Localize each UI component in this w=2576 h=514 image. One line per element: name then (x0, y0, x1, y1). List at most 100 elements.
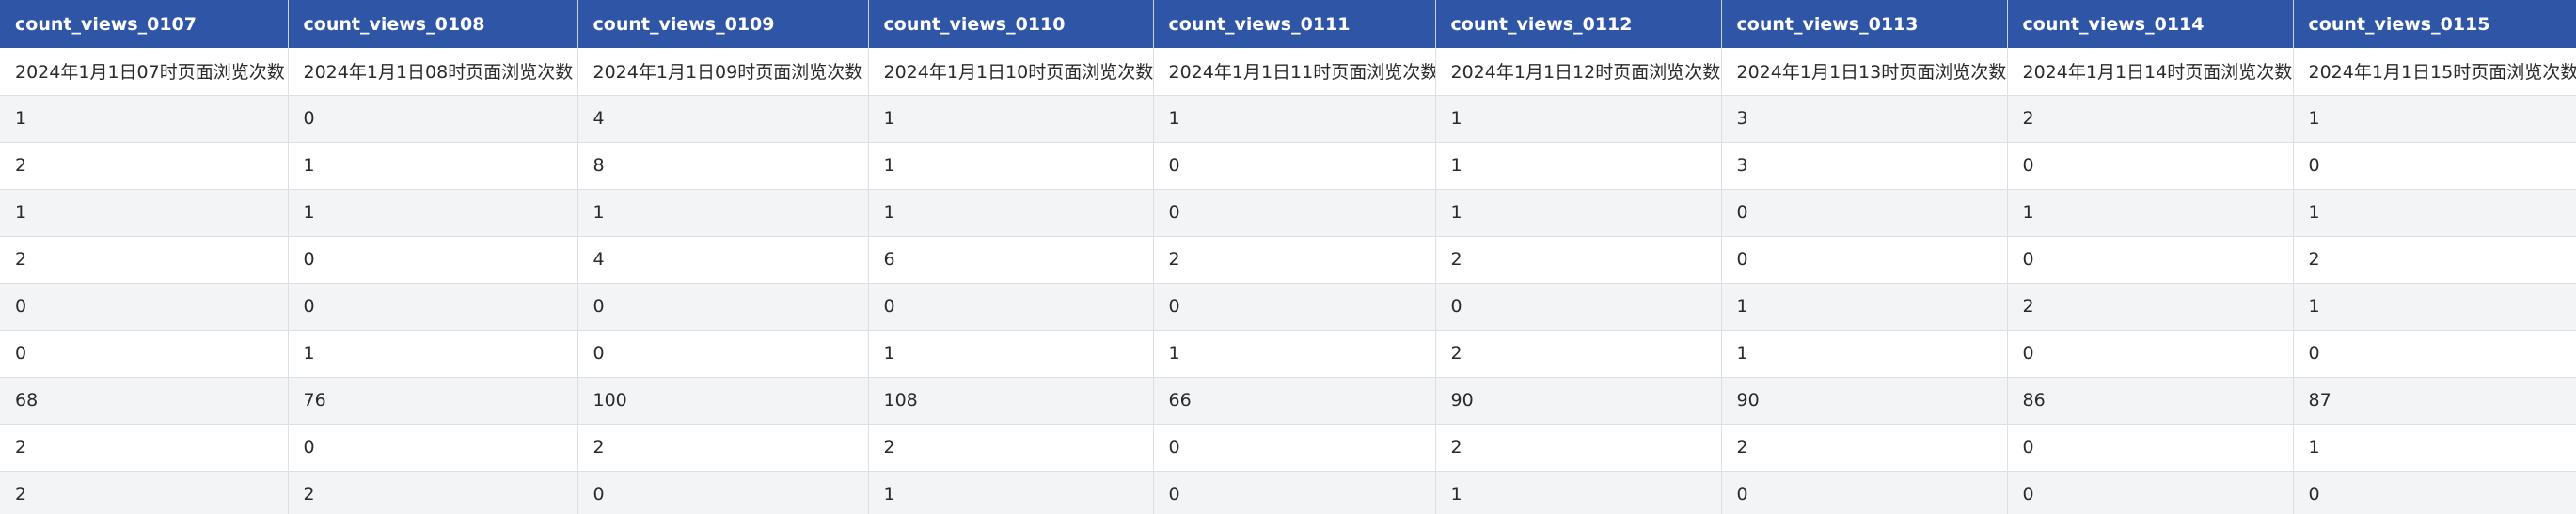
table-cell[interactable]: 2 (288, 471, 578, 514)
table-cell[interactable]: 1 (288, 189, 578, 237)
table-cell[interactable]: 8 (577, 142, 869, 190)
table-cell[interactable]: 2 (0, 424, 289, 472)
table-cell[interactable]: 0 (288, 283, 578, 331)
table-cell[interactable]: 2 (1435, 236, 1722, 284)
table-cell[interactable]: 108 (868, 377, 1154, 425)
table-cell[interactable]: 0 (2007, 142, 2294, 190)
table-row[interactable]: 204622002 (0, 236, 2576, 284)
table-cell[interactable]: 1 (1435, 189, 1722, 237)
table-cell[interactable]: 1 (868, 142, 1154, 190)
table-cell[interactable]: 90 (1721, 377, 2008, 425)
table-cell[interactable]: 4 (577, 95, 869, 143)
table-cell[interactable]: 2 (577, 424, 869, 472)
table-cell[interactable]: 6 (868, 236, 1154, 284)
column-header[interactable]: count_views_0107 (0, 0, 289, 48)
table-cell[interactable]: 0 (1153, 189, 1436, 237)
table-cell[interactable]: 0 (1435, 283, 1722, 331)
column-header[interactable]: count_views_0108 (288, 0, 578, 48)
table-cell[interactable]: 1 (1435, 471, 1722, 514)
table-cell[interactable]: 0 (2293, 330, 2576, 378)
table-cell[interactable]: 2 (868, 424, 1154, 472)
table-cell[interactable]: 0 (2293, 142, 2576, 190)
table-cell[interactable]: 86 (2007, 377, 2294, 425)
table-cell[interactable]: 1 (1435, 142, 1722, 190)
table-cell[interactable]: 2 (1153, 236, 1436, 284)
table-row[interactable]: 000000121 (0, 283, 2576, 331)
table-cell[interactable]: 0 (288, 95, 578, 143)
table-cell[interactable]: 0 (1721, 189, 2008, 237)
table-cell[interactable]: 1 (1153, 95, 1436, 143)
table-cell[interactable]: 0 (577, 283, 869, 331)
table-cell[interactable]: 1 (0, 95, 289, 143)
table-cell[interactable]: 0 (0, 330, 289, 378)
table-cell[interactable]: 2 (0, 236, 289, 284)
column-header[interactable]: count_views_0110 (868, 0, 1154, 48)
table-cell[interactable]: 0 (1153, 471, 1436, 514)
table-cell[interactable]: 1 (2293, 424, 2576, 472)
table-cell[interactable]: 1 (1153, 330, 1436, 378)
table-cell[interactable]: 1 (2007, 189, 2294, 237)
table-row[interactable]: 202202201 (0, 424, 2576, 472)
table-cell[interactable]: 0 (2007, 471, 2294, 514)
table-row[interactable]: 111101011 (0, 189, 2576, 237)
table-cell[interactable]: 1 (0, 189, 289, 237)
table-cell[interactable]: 1 (1721, 283, 2008, 331)
table-cell[interactable]: 1 (868, 189, 1154, 237)
table-cell[interactable]: 68 (0, 377, 289, 425)
table-cell[interactable]: 1 (577, 189, 869, 237)
table-cell[interactable]: 2 (1435, 424, 1722, 472)
table-cell[interactable]: 0 (1721, 236, 2008, 284)
table-cell[interactable]: 1 (868, 95, 1154, 143)
table-cell[interactable]: 0 (577, 330, 869, 378)
table-cell[interactable]: 1 (1721, 330, 2008, 378)
table-cell[interactable]: 0 (2007, 424, 2294, 472)
table-cell[interactable]: 1 (868, 471, 1154, 514)
table-cell[interactable]: 0 (1153, 142, 1436, 190)
table-cell[interactable]: 0 (288, 424, 578, 472)
table-cell[interactable]: 0 (1153, 424, 1436, 472)
column-header[interactable]: count_views_0114 (2007, 0, 2294, 48)
table-cell[interactable]: 3 (1721, 95, 2008, 143)
table-row[interactable]: 220101000 (0, 471, 2576, 514)
table-cell[interactable]: 0 (2007, 236, 2294, 284)
column-header[interactable]: count_views_0111 (1153, 0, 1436, 48)
column-header[interactable]: count_views_0115 (2293, 0, 2576, 48)
table-cell[interactable]: 0 (577, 471, 869, 514)
table-cell[interactable]: 0 (2007, 330, 2294, 378)
column-header[interactable]: count_views_0109 (577, 0, 869, 48)
table-row[interactable]: 218101300 (0, 142, 2576, 190)
table-cell[interactable]: 1 (2293, 189, 2576, 237)
table-cell[interactable]: 100 (577, 377, 869, 425)
table-row[interactable]: 104111321 (0, 95, 2576, 143)
table-cell[interactable]: 1 (288, 330, 578, 378)
column-header[interactable]: count_views_0112 (1435, 0, 1722, 48)
table-cell[interactable]: 3 (1721, 142, 2008, 190)
table-cell[interactable]: 2 (0, 142, 289, 190)
table-cell[interactable]: 4 (577, 236, 869, 284)
table-cell[interactable]: 1 (868, 330, 1154, 378)
table-cell[interactable]: 0 (288, 236, 578, 284)
table-cell[interactable]: 0 (0, 283, 289, 331)
table-cell[interactable]: 2 (0, 471, 289, 514)
table-cell[interactable]: 2 (2007, 95, 2294, 143)
table-cell[interactable]: 0 (2293, 471, 2576, 514)
column-header[interactable]: count_views_0113 (1721, 0, 2008, 48)
table-cell[interactable]: 0 (868, 283, 1154, 331)
table-cell[interactable]: 1 (2293, 95, 2576, 143)
table-row[interactable]: 68 76 100 108 66 90 90 86 87 (0, 377, 2576, 425)
table-cell[interactable]: 2 (1721, 424, 2008, 472)
table-cell[interactable]: 2 (2293, 236, 2576, 284)
table-cell[interactable]: 1 (1435, 95, 1722, 143)
table-cell[interactable]: 0 (1721, 471, 2008, 514)
table-cell[interactable]: 66 (1153, 377, 1436, 425)
table-cell[interactable]: 2 (2007, 283, 2294, 331)
table-cell[interactable]: 0 (1153, 283, 1436, 331)
table-cell[interactable]: 87 (2293, 377, 2576, 425)
table-cell[interactable]: 1 (2293, 283, 2576, 331)
table-cell[interactable]: 76 (288, 377, 578, 425)
table-cell[interactable]: 90 (1435, 377, 1722, 425)
data-table: count_views_0107 count_views_0108 count_… (0, 0, 2576, 514)
table-cell[interactable]: 2 (1435, 330, 1722, 378)
table-row[interactable]: 010112100 (0, 330, 2576, 378)
table-cell[interactable]: 1 (288, 142, 578, 190)
